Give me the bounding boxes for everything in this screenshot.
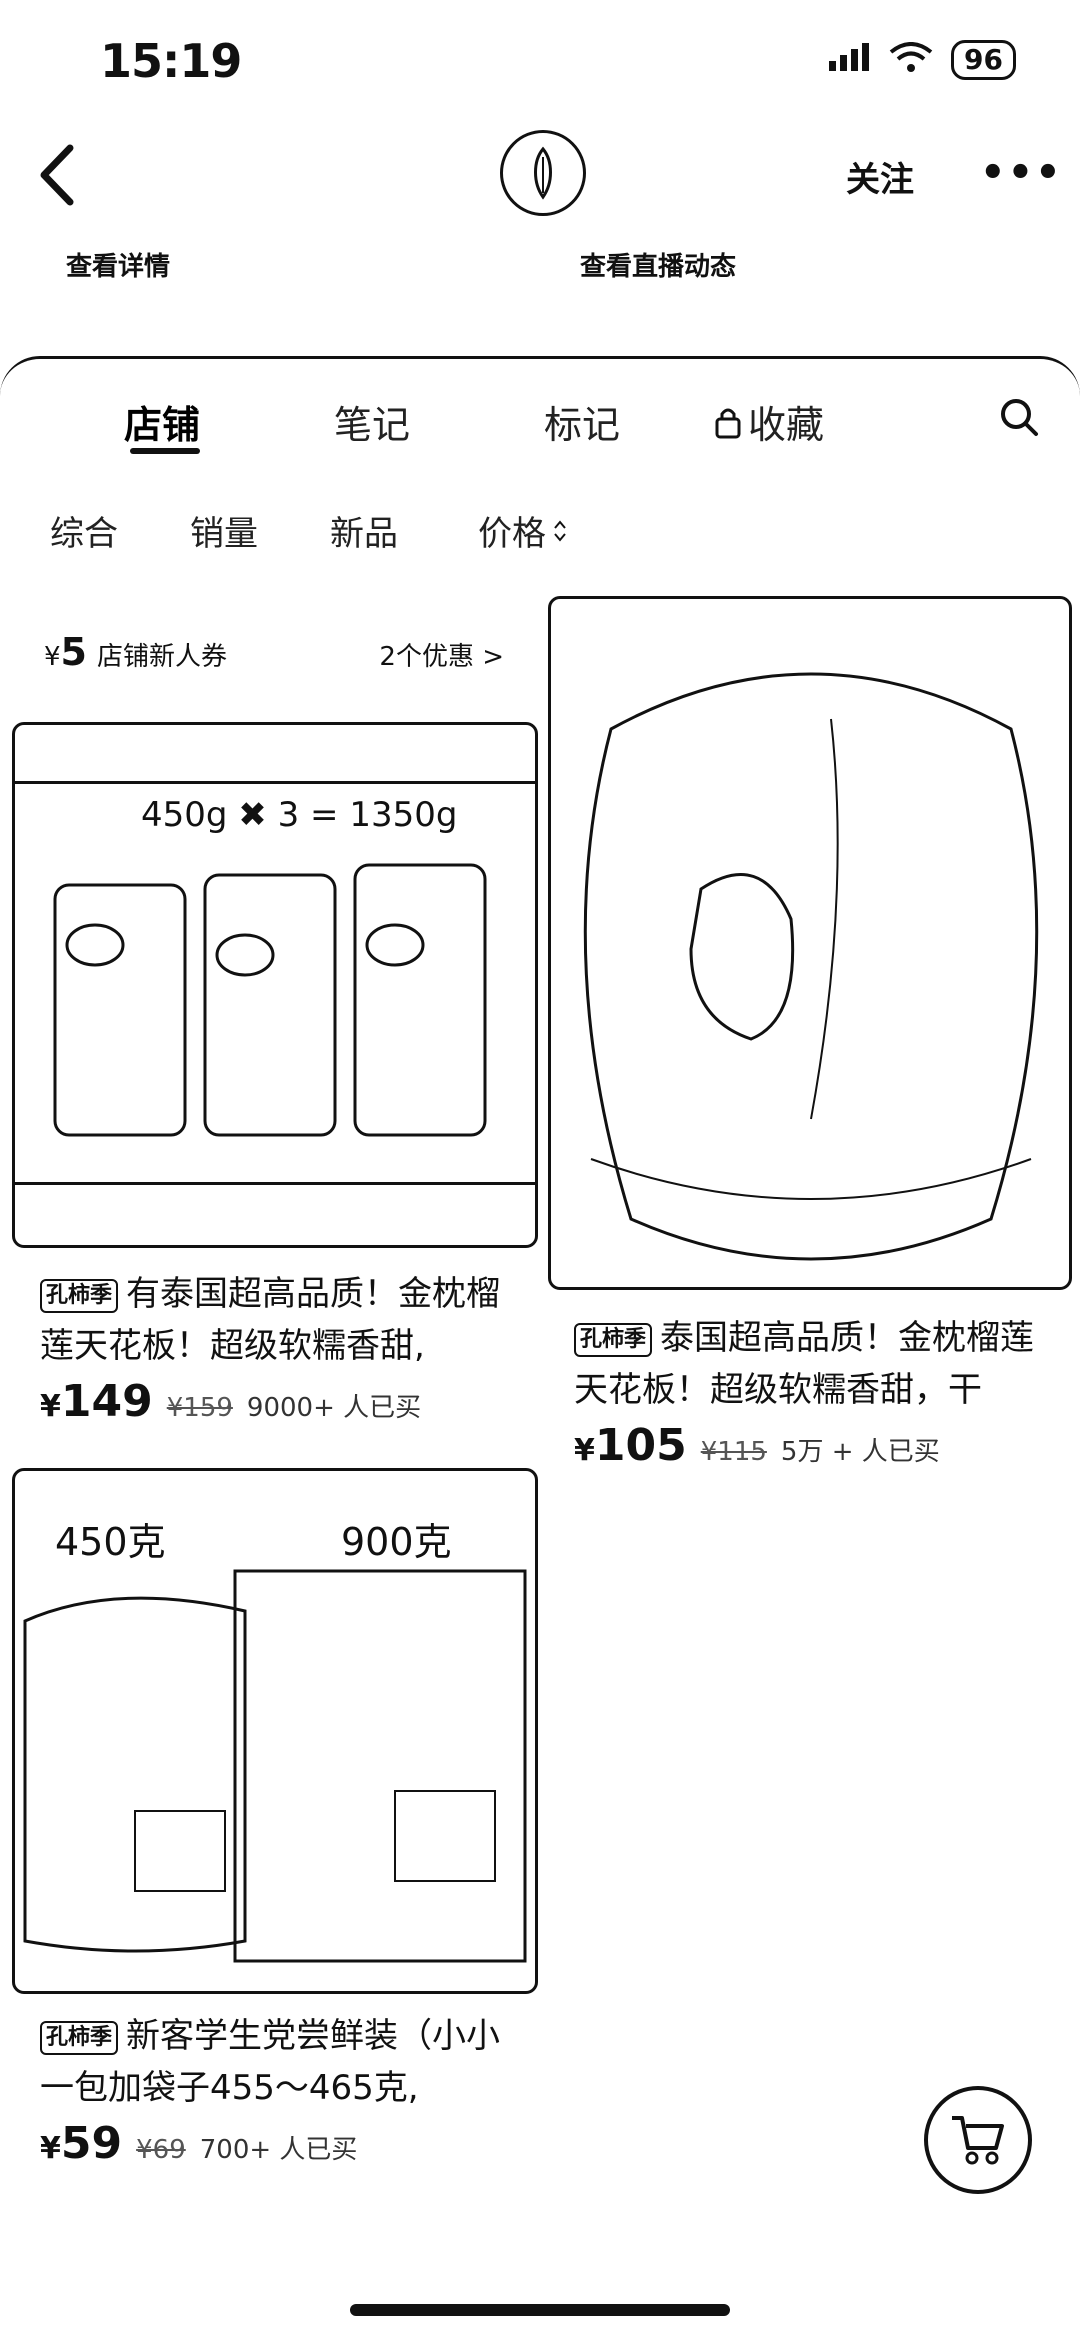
follow-button[interactable]: 关注	[846, 152, 914, 201]
view-details-link[interactable]: 查看详情	[66, 246, 170, 283]
product-price-row: ¥59 ¥69 700+ 人已买	[40, 2118, 357, 2169]
product-image[interactable]	[548, 596, 1072, 1290]
product-price: 59	[60, 2118, 123, 2169]
product-price: 105	[594, 1420, 687, 1471]
product-title[interactable]: 孔柿季 泰国超高品质！金枕榴莲天花板！超级软糯香甜，干	[574, 1312, 1054, 1416]
filter-new[interactable]: 新品	[330, 506, 398, 555]
product-title[interactable]: 孔柿季 有泰国超高品质！金枕榴莲天花板！超级软糯香甜,	[40, 1268, 510, 1372]
product-old-price: ¥69	[136, 2135, 186, 2165]
filter-overall[interactable]: 综合	[50, 506, 118, 555]
promo-tag: 孔柿季	[574, 1322, 653, 1357]
product-image-caption-b: 900克	[341, 1520, 452, 1564]
tab-favorites-label: 收藏	[748, 403, 825, 447]
product-image-caption-a: 450克	[55, 1520, 166, 1564]
lock-icon	[715, 408, 741, 438]
product-price-row: ¥149 ¥159 9000+ 人已买	[40, 1376, 421, 1427]
coupon-label: 店铺新人券	[97, 642, 228, 672]
product-title[interactable]: 孔柿季 新客学生党尝鲜装（小小一包加袋子455～465克,	[40, 2010, 510, 2114]
coupon-banner[interactable]: ¥5 店铺新人券 2个优惠 >	[44, 630, 504, 674]
price-currency: ¥	[40, 2131, 61, 2166]
coupon-currency: ¥	[44, 642, 61, 672]
product-sold-count: 5万 + 人已买	[780, 1437, 940, 1467]
filter-price[interactable]: 价格	[478, 506, 568, 555]
product-image[interactable]: 450克 900克	[12, 1468, 538, 1994]
sort-updown-icon	[554, 519, 566, 542]
product-price: 149	[60, 1376, 153, 1427]
coupon-amount: 5	[60, 630, 87, 674]
promo-tag: 孔柿季	[40, 2020, 119, 2055]
view-live-link[interactable]: 查看直播动态	[580, 246, 736, 283]
status-icons: 96	[827, 40, 1016, 80]
price-currency: ¥	[40, 1389, 61, 1424]
tab-marks[interactable]: 标记	[544, 394, 620, 449]
tab-store[interactable]: 店铺	[124, 394, 200, 449]
more-button[interactable]: •••	[980, 150, 1063, 196]
product-old-price: ¥159	[166, 1393, 233, 1423]
durian-fruit-illustration	[583, 672, 1039, 1261]
price-currency: ¥	[574, 1433, 595, 1468]
signal-icon	[827, 43, 871, 77]
filter-price-label: 价格	[478, 514, 546, 554]
product-sold-count: 700+ 人已买	[199, 2135, 358, 2165]
store-avatar[interactable]	[500, 130, 586, 216]
durian-bags-illustration	[23, 1569, 527, 1963]
shopping-cart-icon	[952, 2116, 1004, 2165]
product-image[interactable]: 450g ✖ 3 = 1350g	[12, 722, 538, 1248]
chevron-left-icon	[40, 144, 74, 206]
product-sold-count: 9000+ 人已买	[246, 1393, 422, 1423]
promo-tag: 孔柿季	[40, 1278, 119, 1313]
durian-pack-illustration	[53, 863, 487, 1137]
search-button[interactable]	[998, 396, 1040, 442]
store-logo-icon	[534, 146, 552, 200]
search-icon	[1001, 399, 1038, 436]
product-price-row: ¥105 ¥115 5万 + 人已买	[574, 1420, 940, 1471]
product-image-caption: 450g ✖ 3 = 1350g	[141, 795, 458, 835]
coupon-more-link[interactable]: 2个优惠 >	[379, 636, 504, 673]
cart-button[interactable]	[924, 2086, 1032, 2194]
tab-active-indicator	[130, 448, 200, 454]
home-indicator[interactable]	[350, 2304, 730, 2316]
battery-indicator: 96	[951, 40, 1016, 80]
status-time: 15:19	[100, 34, 242, 88]
wifi-icon	[889, 42, 933, 78]
product-old-price: ¥115	[700, 1437, 767, 1467]
filter-sales[interactable]: 销量	[190, 506, 258, 555]
tab-favorites[interactable]: 收藏	[714, 394, 824, 449]
back-button[interactable]	[34, 140, 94, 210]
tab-notes[interactable]: 笔记	[334, 394, 410, 449]
